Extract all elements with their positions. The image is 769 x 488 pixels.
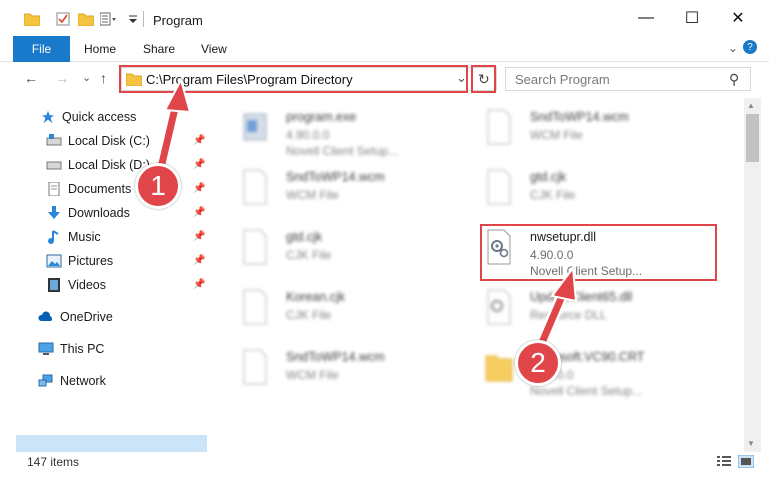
callout-badge-1: 1 bbox=[135, 163, 181, 209]
item-count: 147 items bbox=[27, 455, 80, 469]
arrow-1-icon bbox=[154, 77, 192, 178]
details-view-icon[interactable] bbox=[716, 455, 732, 468]
callout-badge-2: 2 bbox=[515, 340, 561, 386]
large-icons-view-icon[interactable] bbox=[738, 455, 754, 468]
status-bar: 147 items bbox=[0, 452, 769, 488]
callout-arrows bbox=[154, 77, 578, 358]
arrow-2-icon bbox=[532, 265, 578, 358]
